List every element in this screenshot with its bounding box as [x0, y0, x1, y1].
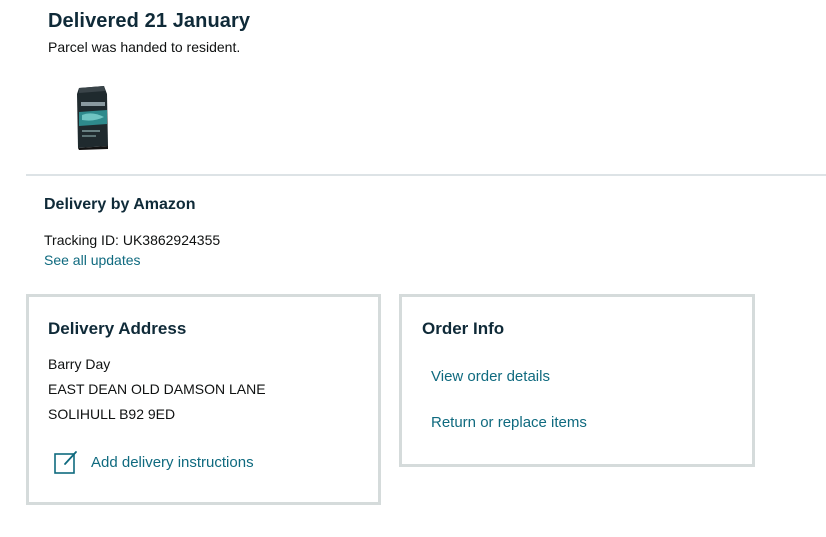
delivery-address-title: Delivery Address	[48, 319, 187, 338]
delivery-status-page: Delivered 21 January Parcel was handed t…	[0, 0, 826, 537]
edit-note-icon	[54, 451, 77, 474]
add-delivery-instructions-label[interactable]: Add delivery instructions	[91, 454, 254, 471]
carrier-title: Delivery by Amazon	[44, 196, 196, 213]
order-info-title: Order Info	[422, 319, 505, 338]
address-name: Barry Day	[48, 356, 111, 372]
add-delivery-instructions-button[interactable]: Add delivery instructions	[53, 449, 254, 475]
delivery-status-title: Delivered 21 January	[48, 10, 251, 32]
delivery-address-card: Delivery Address Barry Day EAST DEAN OLD…	[26, 294, 381, 505]
address-city-postcode: SOLIHULL B92 9ED	[48, 406, 176, 422]
product-thumbnail[interactable]	[74, 82, 110, 152]
view-order-details-link[interactable]: View order details	[431, 368, 550, 385]
delivery-status-detail: Parcel was handed to resident.	[48, 39, 241, 55]
order-info-card: Order Info View order details Return or …	[399, 294, 755, 467]
section-divider	[26, 174, 826, 176]
return-or-replace-link[interactable]: Return or replace items	[431, 414, 587, 431]
see-all-updates-link[interactable]: See all updates	[44, 252, 141, 268]
address-street: EAST DEAN OLD DAMSON LANE	[48, 381, 266, 397]
tracking-id: Tracking ID: UK3862924355	[44, 232, 221, 248]
